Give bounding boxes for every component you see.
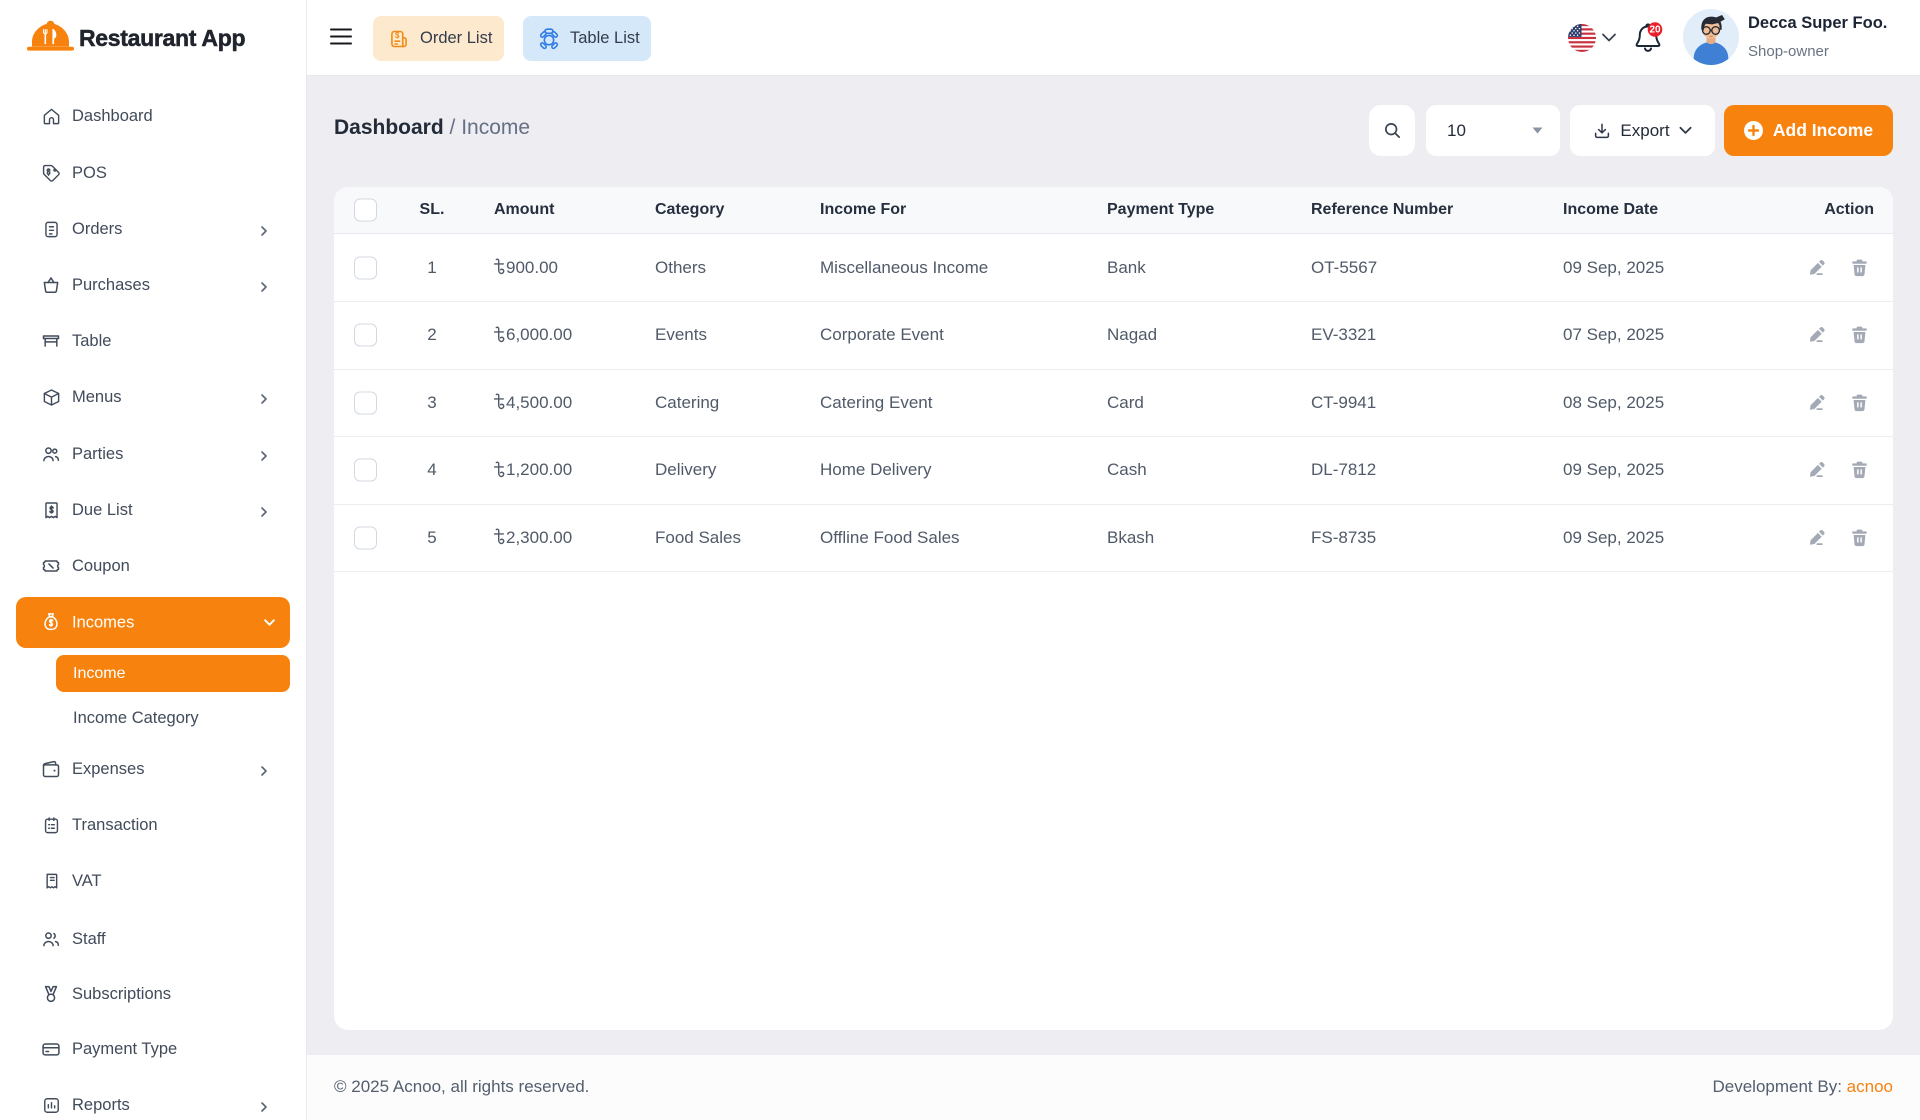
svg-text:20: 20 [1649,25,1661,36]
svg-text:$: $ [395,31,400,40]
